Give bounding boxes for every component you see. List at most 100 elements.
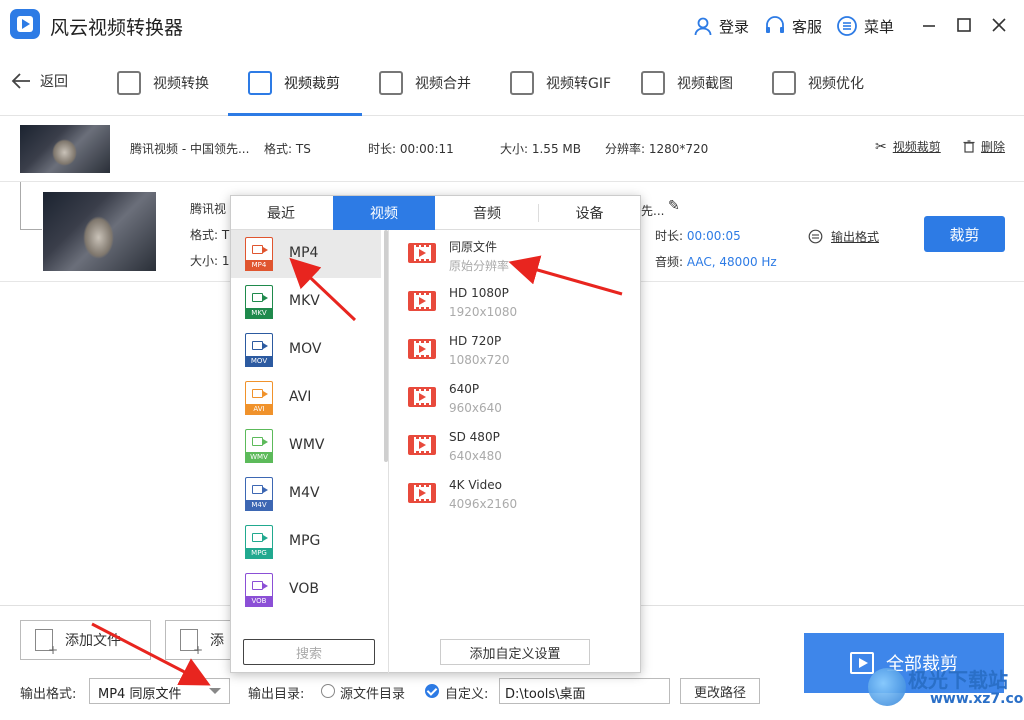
search-button[interactable]: 搜索 xyxy=(243,639,375,665)
output-dir-label: 输出目录: xyxy=(248,687,305,702)
format-popup: 最近 视频 音频 设备 MP4 MP4 MKV MKV MOV MOV AVI AVI WMV W… xyxy=(230,195,641,673)
output-format-select[interactable]: MP4 同原文件 xyxy=(89,678,230,704)
tab-video-screenshot[interactable]: 视频截图 xyxy=(641,68,733,98)
file-name: 腾讯视频 - 中国领先... xyxy=(130,142,250,156)
format-list: MP4 MP4 MKV MKV MOV MOV AVI AVI WMV WMV M4V M4V MPG M… xyxy=(231,230,386,630)
edit-name-icon[interactable]: ✎ xyxy=(668,198,680,214)
scissors-icon: ✂ xyxy=(875,138,887,155)
video-crop-link[interactable]: ✂ 视频裁剪 xyxy=(875,138,941,155)
video-crop-icon xyxy=(248,71,272,95)
format-name: MPG xyxy=(289,533,321,549)
delete-link[interactable]: 删除 xyxy=(963,138,1005,155)
tab-label: 视频截图 xyxy=(677,76,733,92)
mov-file-icon: MOV xyxy=(245,333,273,367)
video-film-icon xyxy=(408,339,436,359)
add-file-icon xyxy=(35,629,58,657)
headset-icon xyxy=(766,16,784,33)
format-item-m4v[interactable]: M4V M4V xyxy=(231,470,381,518)
format-item-vob[interactable]: VOB VOB xyxy=(231,566,381,614)
trash-icon xyxy=(963,140,975,153)
watermark-logo-icon xyxy=(868,668,906,706)
back-button[interactable]: 返回 xyxy=(10,71,68,91)
tab-device[interactable]: 设备 xyxy=(539,196,640,230)
tab-video[interactable]: 视频 xyxy=(333,196,435,230)
output-path-input[interactable]: D:\tools\桌面 xyxy=(499,678,670,704)
minimize-button[interactable] xyxy=(918,14,940,36)
add-custom-settings-button[interactable]: 添加自定义设置 xyxy=(440,639,590,665)
resolution-item[interactable]: 同原文件 原始分辨率 xyxy=(406,238,626,286)
format-name: MOV xyxy=(289,341,322,357)
resolution-size: 1080x720 xyxy=(449,353,510,367)
watermark-name: 极光下载站 xyxy=(908,668,1008,692)
app-title: 风云视频转换器 xyxy=(50,17,184,39)
add-file-label: 添加文件 xyxy=(65,633,121,649)
menu-button[interactable]: 菜单 xyxy=(836,15,894,37)
service-label: 客服 xyxy=(792,17,823,36)
format-item-mkv[interactable]: MKV MKV xyxy=(231,278,381,326)
resolution-name: 4K Video xyxy=(449,478,502,492)
tab-video-optimize[interactable]: 视频优化 xyxy=(772,68,864,98)
resolution-size: 640x480 xyxy=(449,449,502,463)
vob-file-icon: VOB xyxy=(245,573,273,607)
output-duration: 时长: 00:00:05 xyxy=(655,227,741,244)
change-path-button[interactable]: 更改路径 xyxy=(680,678,760,704)
tab-video-merge[interactable]: 视频合并 xyxy=(379,68,471,98)
format-name: MKV xyxy=(289,293,320,309)
format-item-mov[interactable]: MOV MOV xyxy=(231,326,381,374)
tab-video-crop[interactable]: 视频裁剪 xyxy=(248,68,340,98)
custom-dir-radio[interactable] xyxy=(425,684,439,698)
add-file-button[interactable]: 添加文件 xyxy=(20,620,151,660)
resolution-item[interactable]: 640P 960x640 xyxy=(406,382,626,430)
output-duration-value: 00:00:05 xyxy=(686,229,741,243)
tab-video-to-gif[interactable]: 视频转GIF xyxy=(510,68,611,98)
format-item-mp4[interactable]: MP4 MP4 xyxy=(231,230,381,278)
output-format-link[interactable]: 输出格式 xyxy=(808,228,879,245)
format-name: VOB xyxy=(289,581,319,597)
output-name: 腾讯视 xyxy=(190,202,227,216)
format-item-avi[interactable]: AVI AVI xyxy=(231,374,381,422)
resolution-item[interactable]: HD 720P 1080x720 xyxy=(406,334,626,382)
resolution-item[interactable]: 4K Video 4096x2160 xyxy=(406,478,626,526)
image-icon xyxy=(641,71,665,95)
tab-audio[interactable]: 音频 xyxy=(436,196,538,230)
custom-dir-label: 自定义: xyxy=(445,687,489,702)
video-convert-icon xyxy=(117,71,141,95)
resolution-size: 4096x2160 xyxy=(449,497,518,511)
output-format: 格式: T xyxy=(190,228,230,242)
tab-label: 视频转换 xyxy=(153,76,209,92)
minimize-icon xyxy=(923,25,935,27)
resolution-item[interactable]: SD 480P 640x480 xyxy=(406,430,626,478)
login-button[interactable]: 登录 xyxy=(693,15,749,37)
file-row[interactable]: 腾讯视频 - 中国领先... 格式: TS 时长: 00:00:11 大小: 1… xyxy=(0,116,1024,182)
m4v-file-icon: M4V xyxy=(245,477,273,511)
video-film-icon xyxy=(408,291,436,311)
crop-button[interactable]: 裁剪 xyxy=(924,216,1005,252)
maximize-button[interactable] xyxy=(953,14,975,36)
resolution-name: 640P xyxy=(449,382,480,396)
close-button[interactable] xyxy=(988,14,1010,36)
file-format: 格式: TS xyxy=(264,142,311,156)
resolution-name: 同原文件 xyxy=(449,240,498,254)
format-item-mpg[interactable]: MPG MPG xyxy=(231,518,381,566)
output-thumbnail xyxy=(43,192,156,271)
format-item-wmv[interactable]: WMV WMV xyxy=(231,422,381,470)
video-thumbnail xyxy=(20,125,110,173)
resolution-item[interactable]: HD 1080P 1920x1080 xyxy=(406,286,626,334)
service-button[interactable]: 客服 xyxy=(764,15,822,37)
video-film-icon xyxy=(408,243,436,263)
output-audio-label: 音频: xyxy=(655,255,687,269)
output-duration-label: 时长: xyxy=(655,229,687,243)
file-size: 大小: 1.55 MB xyxy=(500,142,581,156)
output-format-label: 输出格式 xyxy=(831,230,880,244)
resolution-size: 原始分辨率 xyxy=(449,259,510,273)
source-dir-label: 源文件目录 xyxy=(340,687,406,702)
maximize-icon xyxy=(957,18,971,32)
video-merge-icon xyxy=(379,71,403,95)
output-audio: 音频: AAC, 48000 Hz xyxy=(655,253,777,270)
delete-link-label: 删除 xyxy=(981,140,1006,154)
output-size: 大小: 1 xyxy=(190,254,230,268)
file-duration: 时长: 00:00:11 xyxy=(368,142,454,156)
source-dir-radio[interactable] xyxy=(321,684,335,698)
tab-recent[interactable]: 最近 xyxy=(231,196,331,230)
tab-video-convert[interactable]: 视频转换 xyxy=(117,68,209,98)
